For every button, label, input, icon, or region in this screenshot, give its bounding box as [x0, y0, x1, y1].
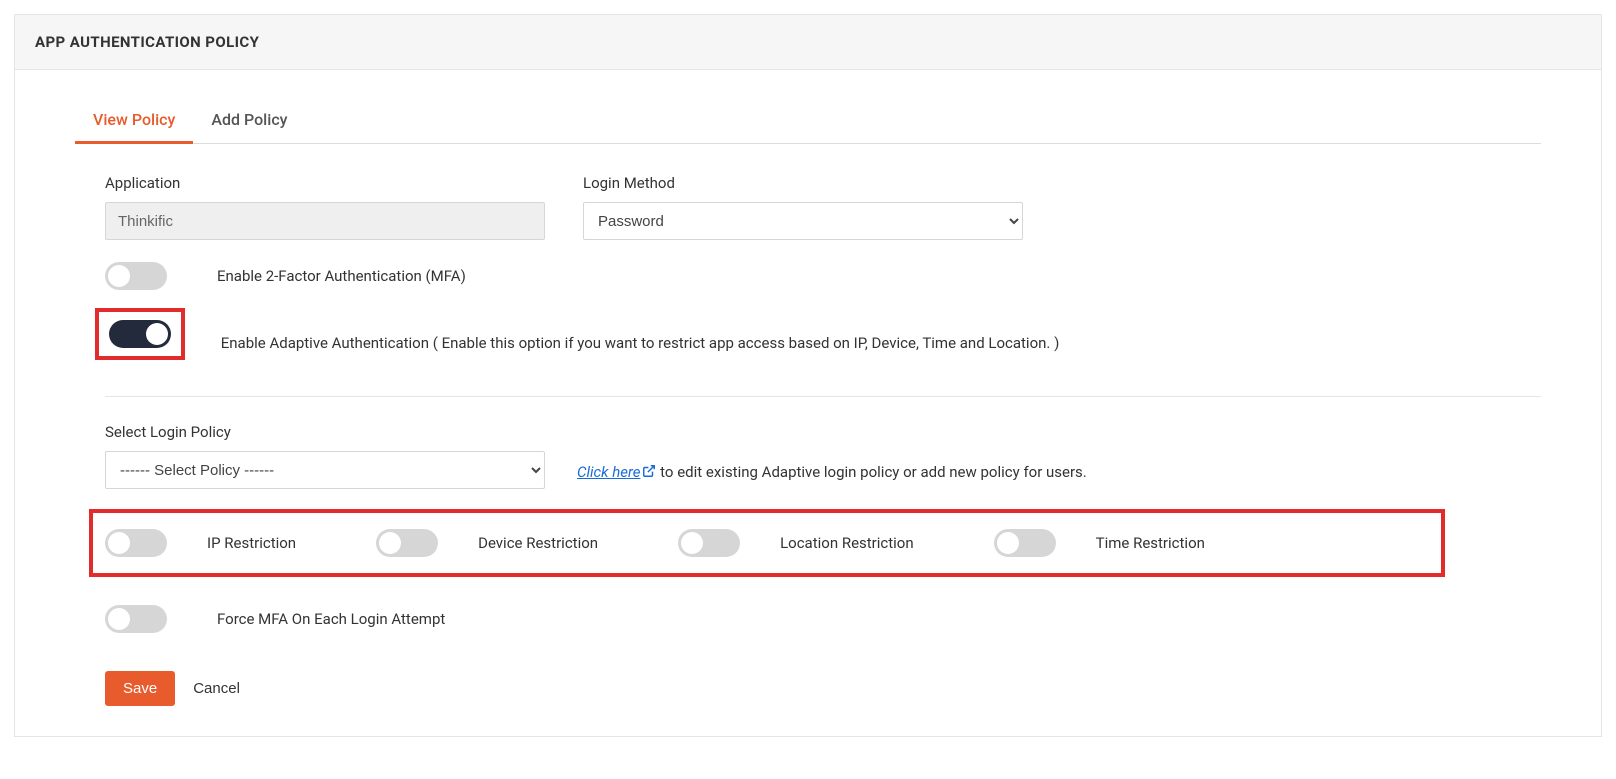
panel-body: View Policy Add Policy Application Login…: [15, 70, 1601, 736]
ip-restriction-toggle[interactable]: [105, 529, 167, 557]
action-buttons: Save Cancel: [105, 671, 1541, 706]
force-mfa-row: Force MFA On Each Login Attempt: [105, 597, 1541, 641]
mfa-toggle-row: Enable 2-Factor Authentication (MFA): [105, 254, 1541, 298]
tabs: View Policy Add Policy: [75, 100, 1541, 144]
tab-add-policy[interactable]: Add Policy: [193, 100, 305, 144]
mfa-toggle-label: Enable 2-Factor Authentication (MFA): [217, 267, 466, 285]
external-link-icon: [642, 464, 656, 478]
device-restriction-label: Device Restriction: [478, 534, 598, 552]
cancel-button[interactable]: Cancel: [193, 680, 240, 697]
device-restriction-item: Device Restriction: [376, 529, 598, 557]
application-label: Application: [105, 174, 545, 192]
adaptive-toggle[interactable]: [109, 320, 171, 348]
save-button[interactable]: Save: [105, 671, 175, 706]
force-mfa-toggle[interactable]: [105, 605, 167, 633]
location-restriction-toggle[interactable]: [678, 529, 740, 557]
restrictions-highlight: IP Restriction Device Restriction Locati…: [89, 509, 1445, 577]
tab-view-policy[interactable]: View Policy: [75, 100, 193, 144]
divider: [105, 396, 1541, 397]
location-restriction-item: Location Restriction: [678, 529, 914, 557]
ip-restriction-item: IP Restriction: [105, 529, 296, 557]
application-input: [105, 202, 545, 240]
adaptive-toggle-label: Enable Adaptive Authentication ( Enable …: [221, 334, 1060, 352]
auth-policy-panel: APP AUTHENTICATION POLICY View Policy Ad…: [14, 14, 1602, 737]
policy-hint-text: to edit existing Adaptive login policy o…: [656, 463, 1086, 481]
policy-row: ------ Select Policy ------ Click here t…: [105, 451, 1541, 489]
policy-hint: Click here to edit existing Adaptive log…: [577, 463, 1087, 489]
time-restriction-item: Time Restriction: [994, 529, 1205, 557]
time-restriction-toggle[interactable]: [994, 529, 1056, 557]
panel-title: APP AUTHENTICATION POLICY: [15, 15, 1601, 70]
adaptive-highlight: [95, 308, 185, 360]
login-method-label: Login Method: [583, 174, 1023, 192]
location-restriction-label: Location Restriction: [780, 534, 914, 552]
login-method-select[interactable]: Password: [583, 202, 1023, 240]
select-policy-dropdown[interactable]: ------ Select Policy ------: [105, 451, 545, 489]
ip-restriction-label: IP Restriction: [207, 534, 296, 552]
application-field-group: Application: [105, 174, 545, 240]
mfa-toggle[interactable]: [105, 262, 167, 290]
force-mfa-label: Force MFA On Each Login Attempt: [217, 610, 445, 628]
device-restriction-toggle[interactable]: [376, 529, 438, 557]
select-policy-label: Select Login Policy: [105, 423, 1541, 441]
login-method-field-group: Login Method Password: [583, 174, 1023, 240]
time-restriction-label: Time Restriction: [1096, 534, 1205, 552]
click-here-link[interactable]: Click here: [577, 463, 656, 481]
app-login-row: Application Login Method Password: [105, 174, 1541, 240]
